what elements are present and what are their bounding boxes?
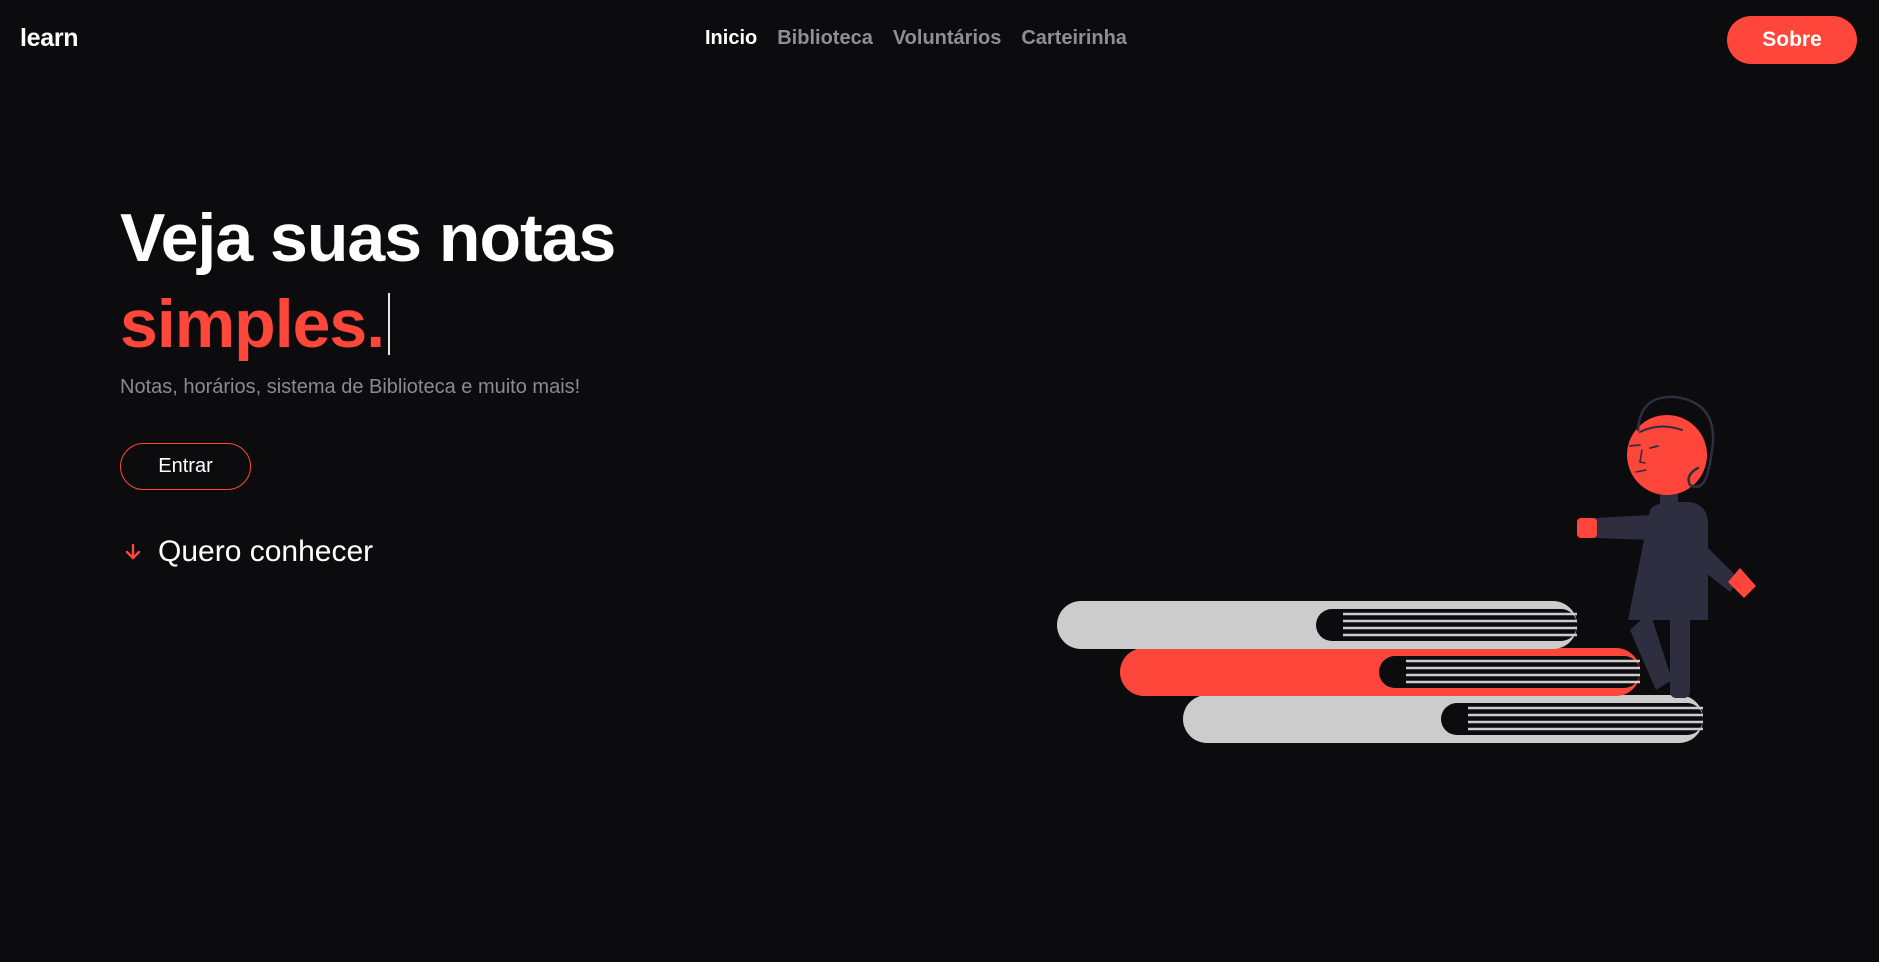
quero-conhecer-link[interactable]: Quero conhecer [122,535,373,569]
hero-title-line1: Veja suas notas [120,200,616,276]
book-bottom [1183,695,1703,743]
nav-item-carteirinha[interactable]: Carteirinha [1021,27,1127,50]
hero-title-highlight: simples. [120,286,385,362]
sobre-button[interactable]: Sobre [1727,16,1857,64]
nav-item-voluntarios[interactable]: Voluntários [893,27,1002,50]
main-nav: Inicio Biblioteca Voluntários Carteirinh… [705,27,1127,50]
nav-item-inicio[interactable]: Inicio [705,27,757,50]
typing-caret [388,293,391,355]
arrow-down-icon [122,541,144,563]
entrar-button[interactable]: Entrar [120,443,251,490]
quero-conhecer-label: Quero conhecer [158,535,374,568]
book-middle [1120,648,1640,696]
landing-page: learn Inicio Biblioteca Voluntários Cart… [0,0,1879,962]
nav-item-biblioteca[interactable]: Biblioteca [777,27,873,50]
hero-subtitle: Notas, horários, sistema de Biblioteca e… [120,376,581,398]
hero-illustration [1050,390,1770,765]
books-person-illustration [1057,395,1756,743]
logo[interactable]: learn [20,24,79,53]
book-top [1057,601,1577,649]
hero-title-line2: simples. [120,286,391,362]
